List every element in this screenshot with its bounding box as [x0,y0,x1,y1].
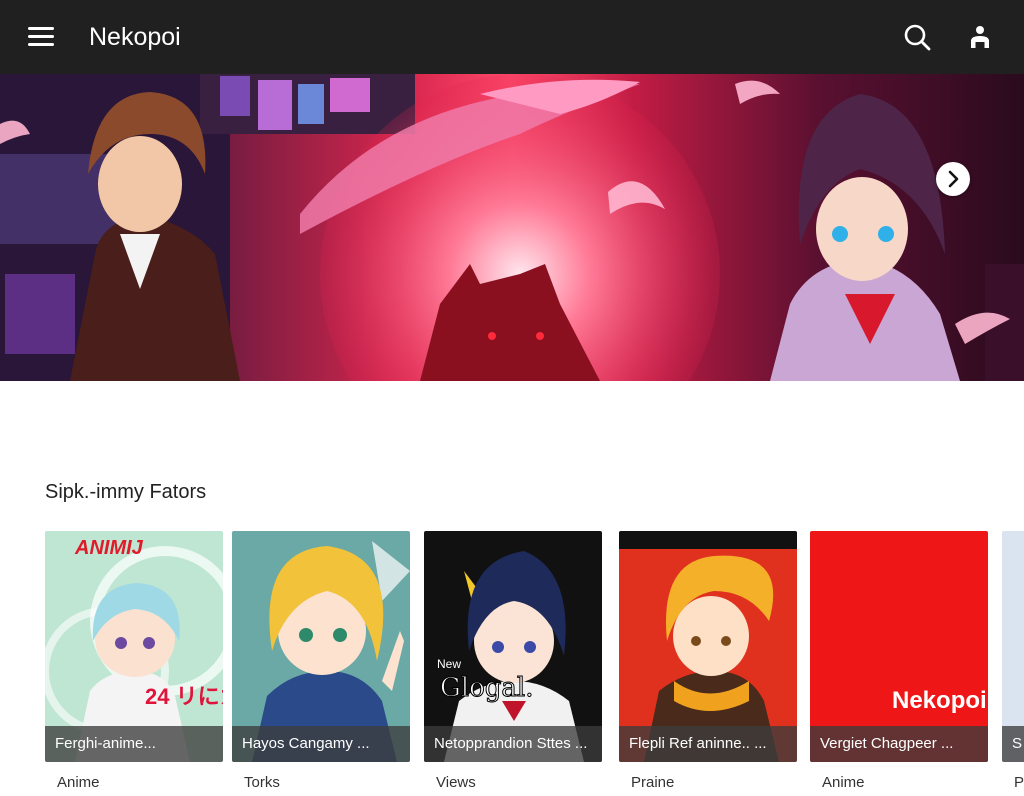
card-overlay-text: Glogal. [439,673,534,704]
search-icon[interactable] [900,20,936,56]
card-meta: Anime [822,774,865,791]
card-meta: Anime [57,774,100,791]
section-title: Sipk.-immy Fators [45,481,207,503]
card-small-label: New [437,657,462,671]
anime-card[interactable]: Hayos Cangamy ... Torks [232,531,410,796]
hamburger-menu-icon[interactable] [22,22,60,52]
card-caption: Netopprandion Sttes ... [424,726,602,762]
anime-card[interactable]: Flepli Ref aninne.. ... Praine [619,531,797,796]
card-meta: Views [436,774,476,791]
hero-banner[interactable] [0,74,1024,381]
anime-card[interactable]: ANIMIJ 24 リにカラズつ Ferghi-anime... Anime [45,531,223,796]
card-meta: Praine [631,774,675,791]
card-caption: S [1002,726,1024,762]
card-overlay-text: Nekopoi [892,687,987,714]
card-overlay-text: 24 リにカラズつ [145,684,223,709]
chevron-right-icon[interactable] [936,162,970,196]
card-caption: Ferghi-anime... [45,726,223,762]
card-caption: Vergiet Chagpeer ... [810,726,988,762]
card-thumbnail[interactable]: Nekopoi Vergiet Chagpeer ... [810,531,988,762]
anime-card[interactable]: New Glogal. Netopprandion Sttes ... View… [424,531,602,796]
card-thumbnail[interactable]: Flepli Ref aninne.. ... [619,531,797,762]
card-caption: Hayos Cangamy ... [232,726,410,762]
hero-illustration [0,74,1024,381]
anime-card[interactable]: S P [1002,531,1024,796]
brand-title[interactable]: Nekopoi [89,22,181,52]
user-icon[interactable] [962,20,998,56]
card-meta: Torks [244,774,280,791]
card-meta: P [1014,774,1024,791]
card-thumbnail[interactable]: ANIMIJ 24 リにカラズつ Ferghi-anime... [45,531,223,762]
card-thumbnail[interactable]: Hayos Cangamy ... [232,531,410,762]
card-thumbnail[interactable]: New Glogal. Netopprandion Sttes ... [424,531,602,762]
top-app-bar: Nekopoi [0,0,1024,74]
anime-card[interactable]: Nekopoi Vergiet Chagpeer ... Anime [810,531,988,796]
card-badge: ANIMIJ [75,537,143,559]
card-thumbnail[interactable]: S [1002,531,1024,762]
card-caption: Flepli Ref aninne.. ... [619,726,797,762]
